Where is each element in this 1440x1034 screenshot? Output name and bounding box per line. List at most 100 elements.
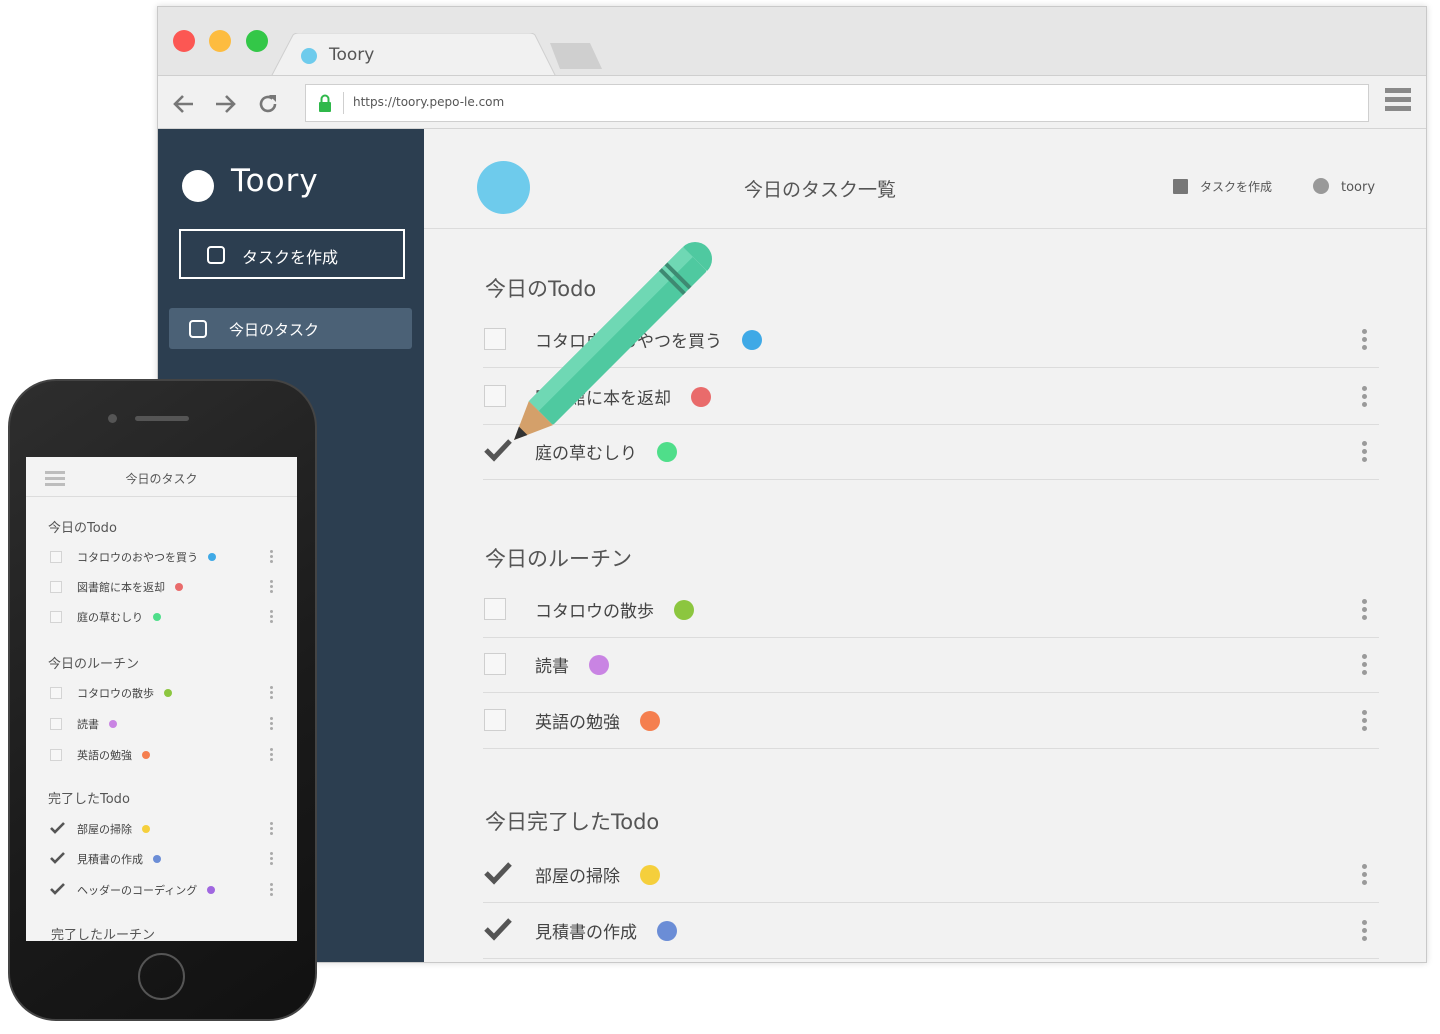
task-checkbox[interactable]	[50, 551, 62, 563]
color-tag	[657, 921, 677, 941]
favicon-icon	[301, 48, 317, 64]
more-options-icon[interactable]	[270, 822, 273, 837]
arrow-left-icon[interactable]	[172, 92, 196, 116]
url-text: https://toory.pepo-le.com	[353, 95, 505, 109]
square-icon	[189, 320, 207, 338]
sidebar-item-today-tasks[interactable]: 今日のタスク	[169, 308, 412, 349]
app: Toory タスクを作成 今日のタスク 今日のタスク一覧 タスクを作成 toor…	[158, 129, 1426, 962]
browser-toolbar: https://toory.pepo-le.com	[158, 75, 1426, 129]
task-checkbox[interactable]	[50, 581, 62, 593]
phone-section-title: 完了したTodo	[48, 792, 130, 807]
home-button[interactable]	[138, 953, 185, 1000]
task-checkbox[interactable]	[50, 611, 62, 623]
close-window-button[interactable]	[173, 30, 195, 52]
logo-icon	[182, 170, 214, 202]
phone-section-title: 今日のTodo	[48, 521, 117, 536]
camera-icon	[108, 414, 117, 423]
task-label: 見積書の作成	[535, 918, 677, 943]
list-item: ヘッダーのコーディング	[50, 880, 278, 902]
minimize-window-button[interactable]	[209, 30, 231, 52]
task-label: ヘッダーのコーディング	[77, 882, 216, 898]
more-options-icon[interactable]	[1362, 386, 1368, 408]
more-options-icon[interactable]	[1362, 920, 1368, 942]
task-label: 部屋の掃除	[535, 862, 660, 887]
task-checkbox[interactable]	[484, 385, 506, 407]
user-menu[interactable]: toory	[1313, 178, 1375, 195]
arrow-right-icon[interactable]	[213, 92, 237, 116]
new-tab-button[interactable]	[550, 43, 602, 69]
more-options-icon[interactable]	[270, 717, 273, 732]
lock-icon	[319, 94, 331, 116]
section-title: 今日完了したTodo	[485, 810, 660, 834]
task-checkbox[interactable]	[484, 862, 512, 885]
create-task-label: タスクを作成	[242, 248, 339, 267]
task-label: 図書館に本を返却	[77, 579, 183, 595]
more-options-icon[interactable]	[270, 748, 273, 763]
list-item: 見積書の作成	[50, 849, 278, 871]
more-options-icon[interactable]	[270, 580, 273, 595]
more-options-icon[interactable]	[270, 610, 273, 625]
color-tag	[109, 720, 117, 728]
task-row: 読書	[483, 637, 1379, 693]
task-label: コタロウの散歩	[77, 685, 172, 701]
sidebar-item-label: 今日のタスク	[229, 321, 320, 339]
list-item: 部屋の掃除	[50, 819, 278, 841]
task-row: 部屋の掃除	[483, 847, 1379, 903]
more-options-icon[interactable]	[1362, 599, 1368, 621]
browser-tab[interactable]: Toory	[271, 33, 556, 77]
address-bar[interactable]: https://toory.pepo-le.com	[305, 84, 1369, 122]
task-checkbox[interactable]	[50, 687, 62, 699]
list-item: 庭の草むしり	[50, 607, 278, 629]
more-options-icon[interactable]	[1362, 441, 1368, 463]
create-task-button[interactable]: タスクを作成	[179, 229, 405, 279]
task-label: 部屋の掃除	[77, 821, 150, 837]
color-tag	[164, 689, 172, 697]
url-separator	[343, 92, 344, 114]
reload-icon[interactable]	[256, 92, 280, 116]
task-checkbox[interactable]	[50, 883, 65, 896]
phone-screen: 今日のタスク 今日のTodo コタロウのおやつを買う 図書館に本を返却 庭の草む…	[26, 457, 297, 941]
avatar[interactable]	[477, 161, 530, 214]
more-options-icon[interactable]	[270, 686, 273, 701]
color-tag	[640, 711, 660, 731]
task-checkbox[interactable]	[484, 328, 506, 350]
task-checkbox[interactable]	[484, 918, 512, 941]
color-tag	[153, 855, 161, 863]
header-create-task-link[interactable]: タスクを作成	[1173, 178, 1272, 195]
user-icon	[1313, 178, 1329, 194]
more-options-icon[interactable]	[270, 883, 273, 898]
task-checkbox[interactable]	[484, 709, 506, 731]
task-checkbox[interactable]	[484, 653, 506, 675]
more-options-icon[interactable]	[1362, 864, 1368, 886]
maximize-window-button[interactable]	[246, 30, 268, 52]
list-item: 図書館に本を返却	[50, 577, 278, 599]
more-options-icon[interactable]	[1362, 710, 1368, 732]
task-row: 英語の勉強	[483, 693, 1379, 749]
more-options-icon[interactable]	[1362, 329, 1368, 351]
app-name: Toory	[231, 163, 319, 199]
title-bar: Toory	[158, 7, 1426, 77]
more-options-icon[interactable]	[270, 550, 273, 565]
phone-mockup: 今日のタスク 今日のTodo コタロウのおやつを買う 図書館に本を返却 庭の草む…	[8, 379, 317, 1021]
task-label: 読書	[77, 716, 117, 732]
task-label: コタロウの散歩	[535, 597, 694, 622]
speaker-icon	[135, 416, 189, 421]
hamburger-icon[interactable]	[1385, 88, 1411, 116]
task-checkbox[interactable]	[50, 718, 62, 730]
list-item: 読書	[50, 714, 278, 736]
more-options-icon[interactable]	[270, 852, 273, 867]
pencil-illustration	[504, 240, 719, 454]
color-tag	[153, 613, 161, 621]
more-options-icon[interactable]	[1362, 654, 1368, 676]
task-checkbox[interactable]	[50, 749, 62, 761]
color-tag	[142, 825, 150, 833]
task-checkbox[interactable]	[484, 598, 506, 620]
task-checkbox[interactable]	[50, 822, 65, 835]
list-item: 英語の勉強	[50, 745, 278, 767]
browser-window: Toory https://toory.pepo-le.com Toory タス…	[157, 6, 1427, 963]
list-item: コタロウのおやつを買う	[50, 547, 278, 569]
task-checkbox[interactable]	[50, 852, 65, 865]
task-label: コタロウのおやつを買う	[77, 549, 216, 565]
task-checkbox[interactable]	[484, 439, 512, 462]
color-tag	[142, 751, 150, 759]
